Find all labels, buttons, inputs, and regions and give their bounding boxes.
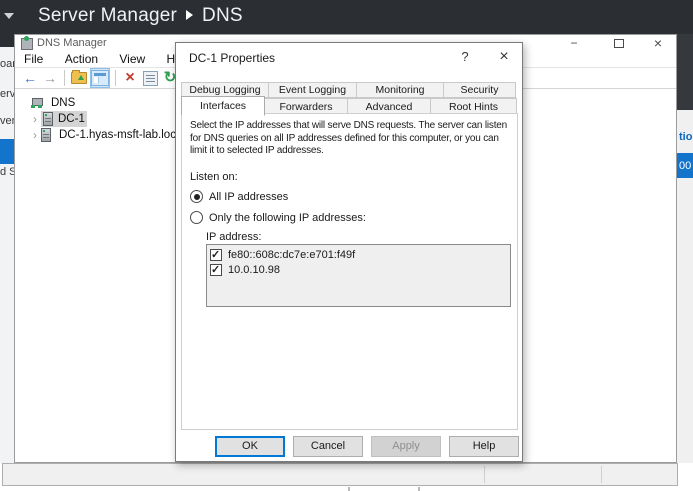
breadcrumb-app-title[interactable]: Server Manager	[38, 5, 177, 26]
radio-unselected-icon[interactable]	[190, 211, 203, 224]
menu-view[interactable]: View	[110, 51, 154, 66]
ok-button[interactable]: OK	[215, 436, 285, 457]
tree-node-label[interactable]: DC-1	[58, 113, 85, 125]
interfaces-description: Select the IP addresses that will serve …	[190, 120, 512, 158]
ip-value: fe80::608c:dc7e:e701:f49f	[228, 249, 355, 261]
tab-monitoring[interactable]: Monitoring	[356, 82, 444, 98]
server-manager-header: Server Manager DNS	[0, 0, 693, 34]
menu-action[interactable]: Action	[56, 51, 107, 66]
tab-strip: Debug Logging Event Logging Monitoring S…	[181, 82, 519, 116]
checkbox-checked-icon[interactable]	[210, 249, 222, 261]
radio-label[interactable]: All IP addresses	[209, 191, 288, 203]
radio-label[interactable]: Only the following IP addresses:	[209, 212, 366, 224]
server-manager-link-fragment[interactable]: tio	[679, 131, 692, 143]
close-button[interactable]: ×	[643, 36, 673, 50]
dialog-close-icon[interactable]: ×	[490, 47, 518, 67]
dialog-button-row: OK Cancel Apply Help	[176, 436, 519, 457]
status-bar-divider	[484, 466, 485, 483]
server-icon	[41, 128, 51, 142]
server-manager-breadcrumb: Server Manager DNS	[38, 5, 243, 27]
server-icon	[43, 112, 53, 126]
up-level-icon[interactable]	[70, 69, 88, 87]
breadcrumb-current[interactable]: DNS	[202, 5, 243, 26]
menu-file[interactable]: File	[15, 51, 52, 66]
ip-list-item[interactable]: 10.0.10.98	[210, 262, 510, 277]
properties-icon[interactable]	[141, 69, 159, 87]
listen-on-label: Listen on:	[190, 171, 238, 183]
nav-item-fragment-file-storage[interactable]: d S	[0, 166, 14, 178]
window-edge-mark	[348, 487, 350, 491]
window-edge-mark	[418, 487, 420, 491]
radio-selected-icon[interactable]	[190, 190, 203, 203]
server-manager-selected-cell[interactable]: 00	[677, 153, 693, 178]
back-icon[interactable]: ←	[21, 69, 39, 87]
show-console-tree-icon[interactable]	[90, 68, 110, 88]
apply-button[interactable]: Apply	[371, 436, 441, 457]
breadcrumb-arrow-icon	[186, 10, 193, 20]
toolbar-separator	[115, 70, 116, 86]
dc1-properties-dialog: DC-1 Properties ? × Debug Logging Event …	[175, 42, 523, 462]
tab-security[interactable]: Security	[443, 82, 516, 98]
radio-all-ip-addresses[interactable]: All IP addresses	[190, 190, 288, 203]
selected-cell-text: 00	[679, 160, 691, 172]
tree-node-dns-root[interactable]: DNS	[31, 95, 78, 110]
nav-item-fragment-local-server[interactable]: erv	[0, 88, 14, 100]
toolbar-separator	[64, 70, 65, 86]
minimize-button[interactable]: −	[559, 36, 589, 50]
checkbox-checked-icon[interactable]	[210, 264, 222, 276]
tree-node-label[interactable]: DC-1.hyas-msft-lab.local	[56, 129, 188, 141]
nav-item-selected-dns[interactable]	[0, 139, 14, 164]
tab-event-logging[interactable]: Event Logging	[268, 82, 357, 98]
dns-root-icon	[31, 98, 43, 108]
server-manager-nav-sliver: oar erv ver d S	[0, 34, 14, 463]
nav-header-notch	[0, 34, 14, 47]
delete-icon[interactable]: ×	[121, 69, 139, 87]
ip-value: 10.0.10.98	[228, 264, 280, 276]
dropdown-caret-icon[interactable]	[4, 13, 14, 19]
dialog-help-icon[interactable]: ?	[452, 47, 478, 67]
forward-icon[interactable]: →	[41, 69, 59, 87]
interfaces-tab-panel: Select the IP addresses that will serve …	[181, 113, 518, 430]
cancel-button[interactable]: Cancel	[293, 436, 363, 457]
tab-interfaces[interactable]: Interfaces	[181, 96, 265, 116]
expander-icon[interactable]: ›	[29, 128, 41, 142]
expander-icon[interactable]: ›	[29, 112, 41, 126]
status-bar	[2, 463, 678, 486]
nav-item-fragment-dashboard[interactable]: oar	[0, 58, 14, 70]
ip-list-item[interactable]: fe80::608c:dc7e:e701:f49f	[210, 247, 510, 262]
tree-node-dc1-fqdn[interactable]: › DC-1.hyas-msft-lab.local	[29, 127, 188, 142]
dns-manager-icon	[21, 38, 33, 50]
nav-item-fragment-all-servers[interactable]: ver	[0, 115, 14, 127]
server-manager-dark-pane-sliver	[677, 34, 693, 110]
help-button[interactable]: Help	[449, 436, 519, 457]
radio-only-following[interactable]: Only the following IP addresses:	[190, 211, 366, 224]
status-bar-divider	[601, 466, 602, 483]
maximize-button[interactable]	[614, 39, 624, 48]
tree-node-label[interactable]: DNS	[48, 97, 78, 109]
ip-address-listbox[interactable]: fe80::608c:dc7e:e701:f49f 10.0.10.98	[206, 244, 511, 307]
selected-row-highlight[interactable]: DC-1	[41, 111, 87, 127]
dns-manager-title: DNS Manager	[37, 37, 107, 49]
tree-node-dc1[interactable]: › DC-1	[29, 111, 87, 126]
dialog-title: DC-1 Properties	[189, 51, 275, 65]
ip-address-label: IP address:	[206, 231, 261, 243]
